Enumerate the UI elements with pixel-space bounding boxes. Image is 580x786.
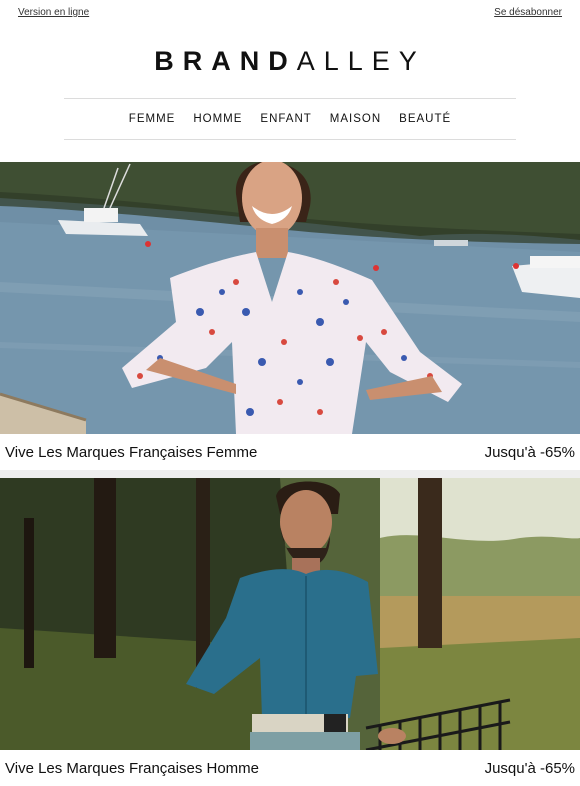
section-divider xyxy=(0,470,580,478)
top-utility-bar: Version en ligne Se désabonner xyxy=(0,0,580,26)
brand-logo[interactable]: BRANDALLEY xyxy=(0,44,580,78)
nav-item-maison[interactable]: MAISON xyxy=(321,113,390,125)
nav-item-homme[interactable]: HOMME xyxy=(184,113,251,125)
logo-bold-part: BRAND xyxy=(154,46,297,76)
online-version-link[interactable]: Version en ligne xyxy=(18,7,89,18)
nav-item-enfant[interactable]: ENFANT xyxy=(251,113,320,125)
promo-image-homme[interactable] xyxy=(0,478,580,750)
category-nav: FEMME HOMME ENFANT MAISON BEAUTÉ xyxy=(64,98,516,140)
promo-image-femme[interactable] xyxy=(0,162,580,434)
unsubscribe-link[interactable]: Se désabonner xyxy=(494,7,562,18)
nav-item-beaute[interactable]: BEAUTÉ xyxy=(390,113,460,125)
promo-caption-homme[interactable]: Vive Les Marques Françaises Homme Jusqu'… xyxy=(0,750,580,786)
promo-title: Vive Les Marques Françaises Femme xyxy=(5,443,258,461)
logo-light-part: ALLEY xyxy=(296,46,426,76)
promo-caption-femme[interactable]: Vive Les Marques Françaises Femme Jusqu'… xyxy=(0,434,580,470)
nav-item-femme[interactable]: FEMME xyxy=(120,113,185,125)
promo-discount: Jusqu'à -65% xyxy=(484,443,575,461)
